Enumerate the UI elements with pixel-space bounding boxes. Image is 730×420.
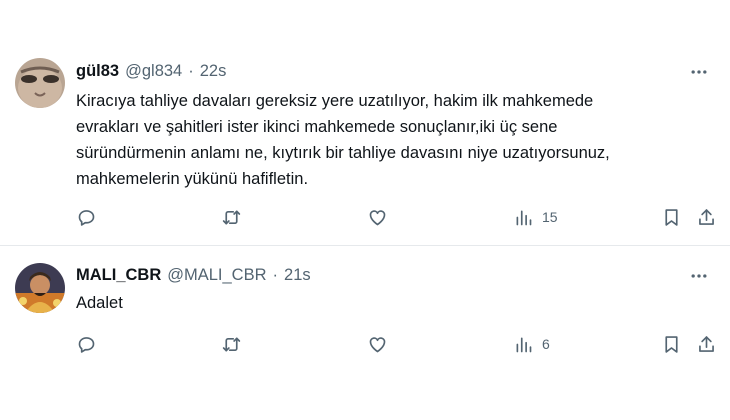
more-icon[interactable] <box>686 62 712 82</box>
retweet-icon <box>222 210 241 224</box>
like-icon <box>369 336 386 352</box>
timestamp[interactable]: 22s <box>200 62 227 81</box>
views-button[interactable]: 6 <box>513 332 550 356</box>
avatar[interactable] <box>15 58 65 108</box>
separator-dot: · <box>188 62 194 80</box>
views-count: 15 <box>542 209 558 225</box>
user-handle[interactable]: @gl834 <box>125 62 182 81</box>
tweet-header: MALI_CBR @MALI_CBR · 21s <box>76 266 311 285</box>
retweet-icon <box>222 337 241 351</box>
bookmark-icon <box>665 208 678 226</box>
reply-icon <box>78 209 95 226</box>
reply-icon <box>78 336 95 353</box>
like-icon <box>369 209 386 225</box>
like-button[interactable] <box>367 205 388 229</box>
action-bar: 15 <box>76 205 726 229</box>
tweet-text-line: Adalet <box>76 294 123 312</box>
views-icon <box>516 337 532 352</box>
share-button[interactable] <box>696 332 717 356</box>
user-handle[interactable]: @MALI_CBR <box>167 266 266 285</box>
tweet-text: Kiracıya tahliye davaları gereksiz yere … <box>76 88 696 192</box>
tweet[interactable]: gül83 @gl834 · 22s Kiracıya tahliye dava… <box>0 0 730 246</box>
timestamp[interactable]: 21s <box>284 266 311 285</box>
views-count: 6 <box>542 336 550 352</box>
tweet-text: Adalet <box>76 290 696 316</box>
separator-dot: · <box>272 266 279 284</box>
share-icon <box>699 335 714 352</box>
views-button[interactable]: 15 <box>513 205 558 229</box>
display-name[interactable]: MALI_CBR <box>76 266 161 285</box>
views-icon <box>516 210 532 225</box>
like-button[interactable] <box>367 332 388 356</box>
tweet-text-line: mahkemelerin yükünü hafifletin. <box>76 170 309 188</box>
tweet-header: gül83 @gl834 · 22s <box>76 62 226 81</box>
reply-button[interactable] <box>76 205 97 229</box>
tweet[interactable]: MALI_CBR @MALI_CBR · 21s Adalet 6 <box>0 246 730 420</box>
avatar[interactable] <box>15 263 65 313</box>
action-bar: 6 <box>76 332 726 356</box>
reply-button[interactable] <box>76 332 97 356</box>
tweet-text-line: süründürmenin anlamı ne, kıytırık bir ta… <box>76 144 610 162</box>
retweet-button[interactable] <box>221 205 242 229</box>
more-icon[interactable] <box>686 266 712 286</box>
tweet-text-line: Kiracıya tahliye davaları gereksiz yere … <box>76 92 594 110</box>
bookmark-button[interactable] <box>661 205 682 229</box>
tweet-text-line: evrakları ve şahitleri ister ikinci mahk… <box>76 118 558 136</box>
share-icon <box>699 208 714 225</box>
share-button[interactable] <box>696 205 717 229</box>
bookmark-icon <box>665 335 678 353</box>
retweet-button[interactable] <box>221 332 242 356</box>
bookmark-button[interactable] <box>661 332 682 356</box>
display-name[interactable]: gül83 <box>76 62 119 81</box>
